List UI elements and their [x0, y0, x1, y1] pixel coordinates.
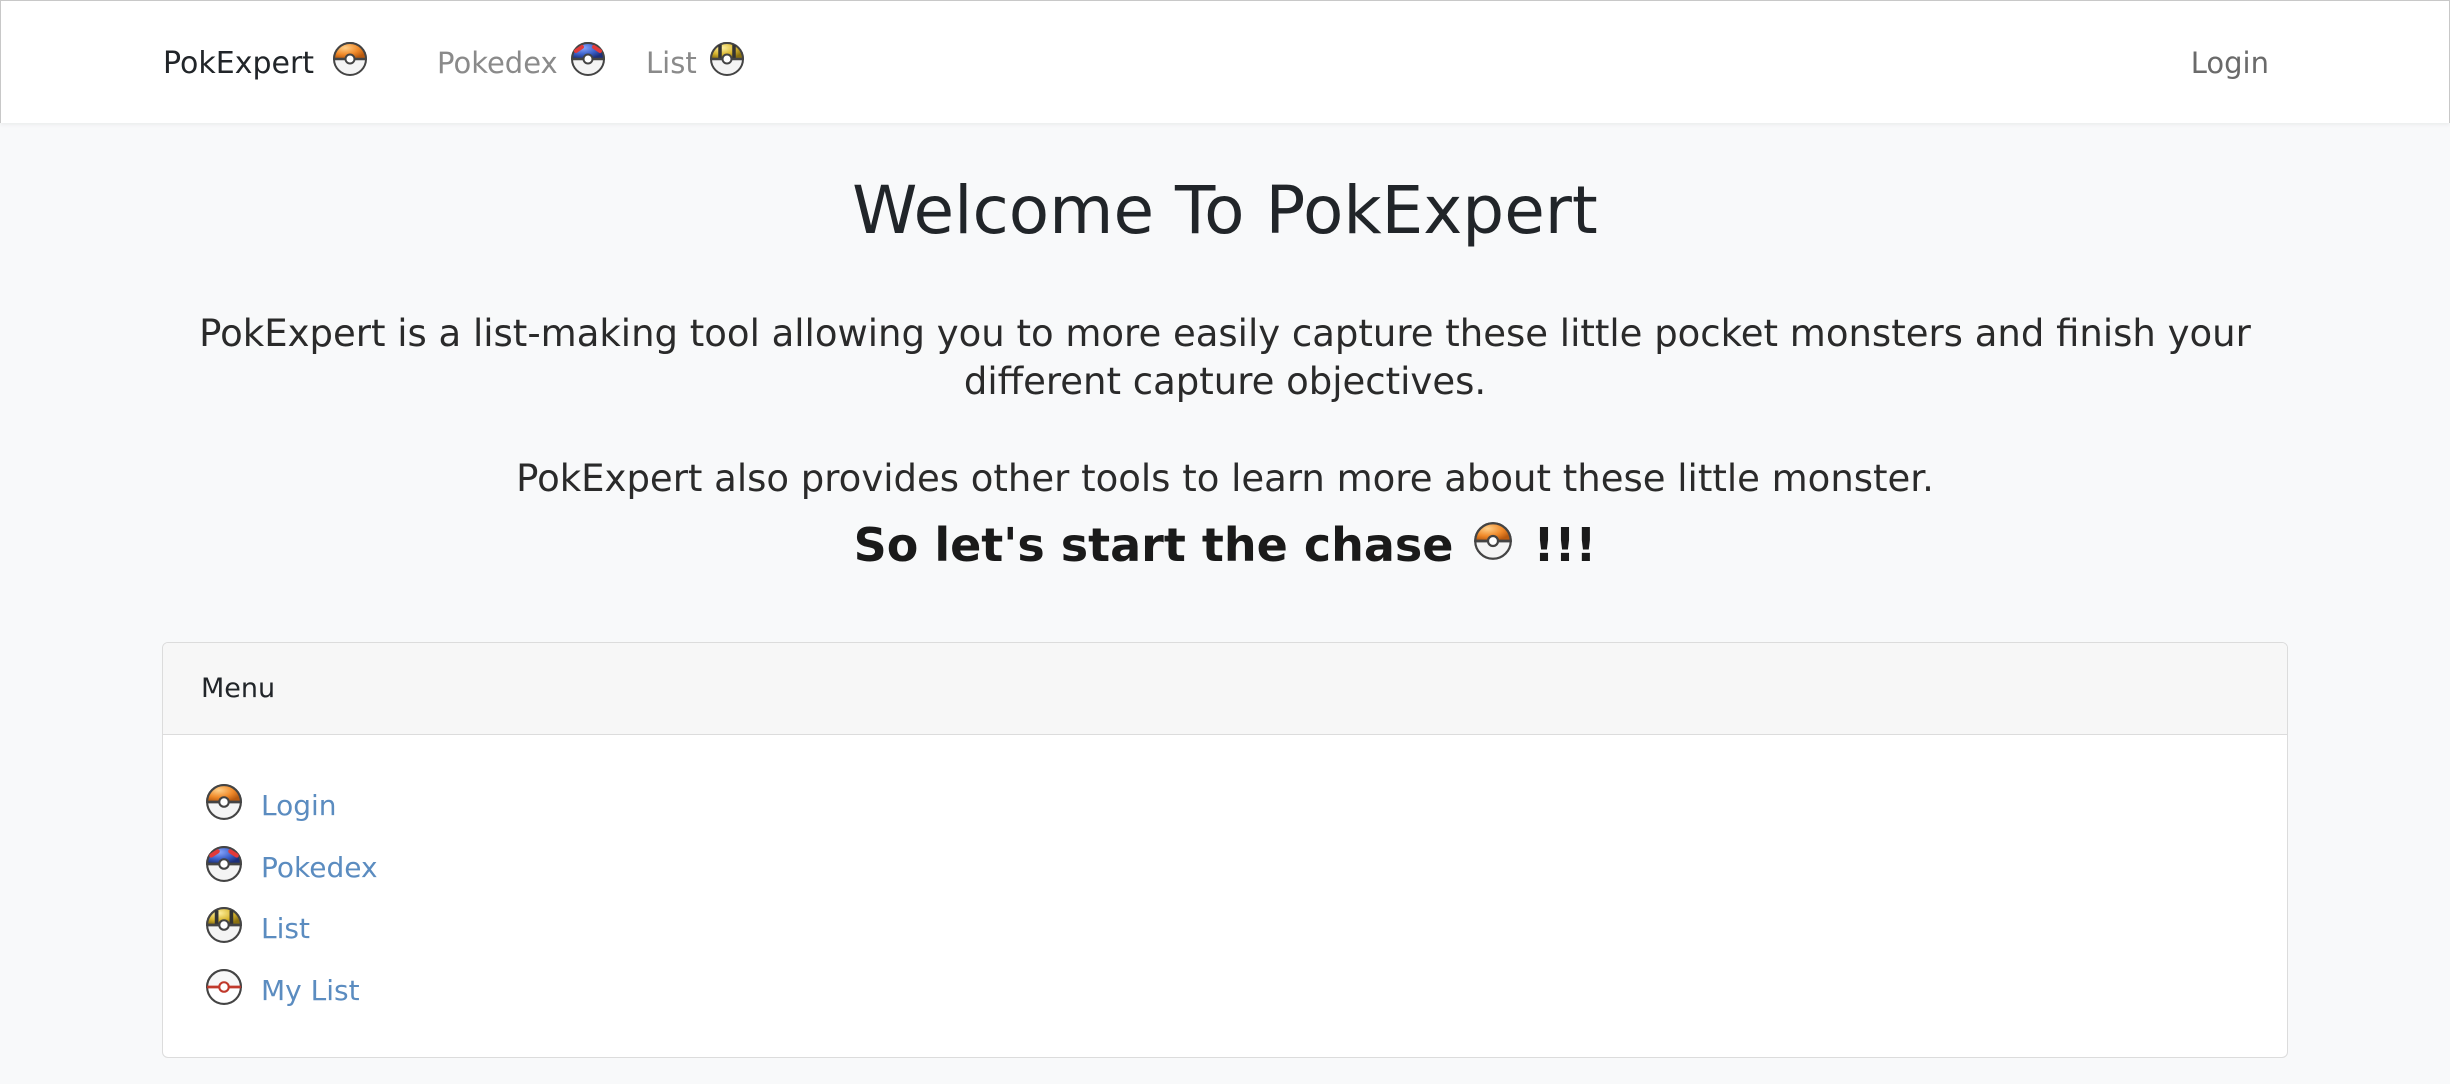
nav-login-link[interactable]: Login [2191, 46, 2269, 80]
tools-paragraph: PokExpert also provides other tools to l… [516, 457, 1934, 500]
ultra-ball-icon [709, 41, 745, 84]
brand-label: PokExpert [163, 45, 315, 81]
chase-suffix: !!! [1533, 518, 1597, 572]
poke-ball-icon [1473, 518, 1513, 572]
great-ball-icon [570, 41, 606, 84]
page-title: Welcome To PokExpert [852, 172, 1598, 249]
menu-list: Login Pokedex List My List [163, 735, 2287, 1021]
chase-text: So let's start the chase [853, 518, 1454, 572]
menu-item-my-list[interactable]: My List [205, 960, 2287, 1022]
menu-item-list[interactable]: List [205, 898, 2287, 960]
poke-ball-icon [205, 783, 243, 828]
nav-pokedex-label: Pokedex [437, 45, 558, 80]
nav-list-label: List [646, 45, 697, 80]
top-navbar: PokExpert Pokedex List Login [0, 0, 2450, 123]
menu-item-login[interactable]: Login [205, 775, 2287, 837]
menu-header: Menu [163, 643, 2287, 735]
menu-card: Menu Login Pokedex List My List [162, 642, 2288, 1058]
menu-item-label: My List [261, 973, 360, 1007]
intro-paragraph: PokExpert is a list-making tool allowing… [199, 312, 2251, 403]
menu-item-pokedex[interactable]: Pokedex [205, 837, 2287, 899]
great-ball-icon [205, 845, 243, 890]
poke-ball-icon [332, 41, 368, 85]
nav-list-link[interactable]: List [646, 41, 745, 84]
nav-pokedex-link[interactable]: Pokedex [437, 41, 606, 84]
menu-item-label: Login [261, 789, 337, 823]
ultra-ball-icon [205, 906, 243, 951]
premier-ball-icon [205, 968, 243, 1013]
chase-heading: So let's start the chase !!! [0, 518, 2450, 572]
menu-item-label: List [261, 912, 310, 946]
menu-item-label: Pokedex [261, 850, 378, 884]
brand-link[interactable]: PokExpert [163, 41, 368, 85]
